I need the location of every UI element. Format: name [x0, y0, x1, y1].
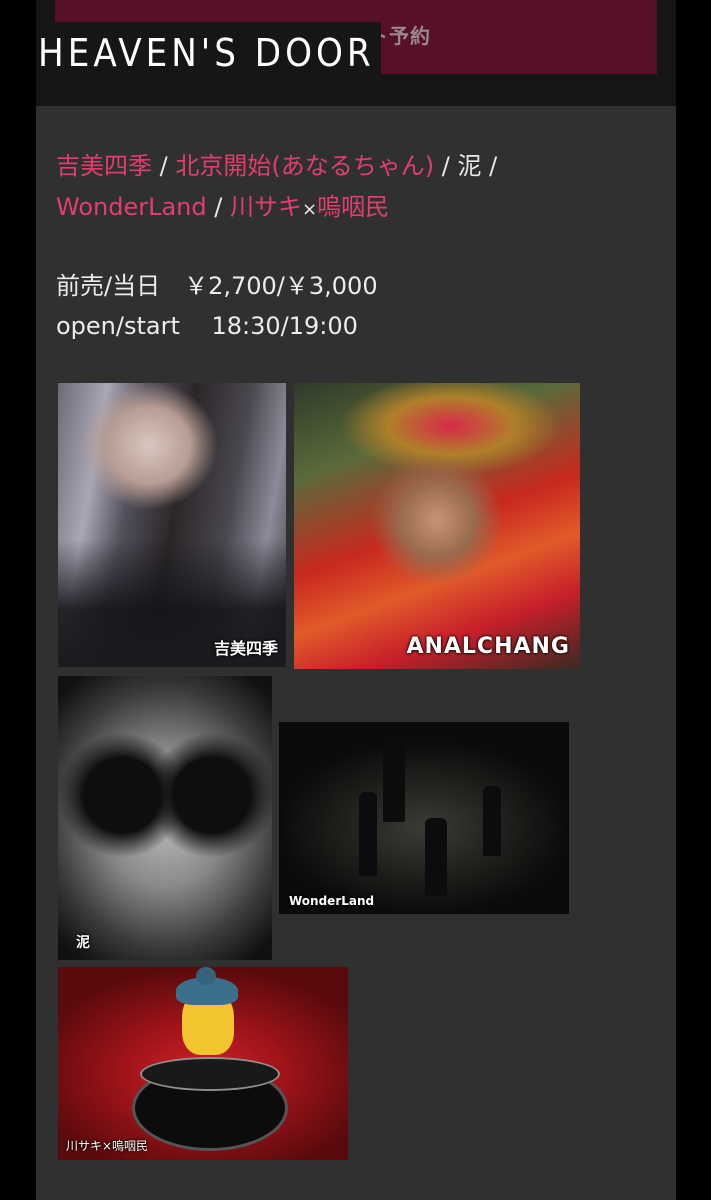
- separator: /: [214, 193, 223, 221]
- artist-link[interactable]: WonderLand: [56, 193, 207, 221]
- separator: /: [159, 152, 168, 180]
- artist-lineup: 吉美四季 / 北京開始(あなるちゃん) / 泥 / WonderLand / 川…: [56, 146, 656, 230]
- artist-link[interactable]: 嗚咽民: [317, 193, 389, 221]
- price-line: 前売/当日 ￥2,700/￥3,000: [56, 272, 378, 300]
- pompom-shape: [196, 967, 216, 985]
- artist-photo: 川サキ×嗚咽民: [58, 967, 348, 1160]
- content-column: チケット予約 吉美四季 / 北京開始(あなるちゃん) / 泥 / WonderL…: [36, 0, 676, 1200]
- figure-silhouette: [383, 740, 405, 822]
- time-line: open/start 18:30/19:00: [56, 312, 358, 340]
- artist-name: 泥: [457, 152, 482, 180]
- artist-photo: WonderLand: [279, 722, 569, 914]
- figure-silhouette: [483, 786, 501, 856]
- photo-caption: ANALCHANG: [406, 634, 570, 659]
- figure-silhouette: [425, 818, 447, 896]
- figure-silhouette: [359, 792, 377, 876]
- artist-link[interactable]: 吉美四季: [56, 152, 152, 180]
- artist-photo: 吉美四季: [58, 383, 286, 667]
- drum-top-shape: [140, 1057, 280, 1091]
- photo-caption: 泥: [76, 935, 90, 951]
- photo-caption: WonderLand: [289, 894, 375, 908]
- artist-link[interactable]: 川サキ: [230, 193, 302, 221]
- times-separator: ×: [301, 199, 318, 220]
- photo-caption: 吉美四季: [213, 639, 278, 658]
- artist-photo: 泥: [58, 676, 272, 960]
- artist-photo: ANALCHANG: [294, 383, 580, 669]
- artist-link[interactable]: 北京開始(あなるちゃん): [175, 152, 434, 180]
- photo-caption: 川サキ×嗚咽民: [66, 1139, 149, 1153]
- event-info: 前売/当日 ￥2,700/￥3,000 open/start 18:30/19:…: [56, 266, 378, 346]
- separator: /: [489, 152, 498, 180]
- photo-shade: [58, 383, 286, 667]
- site-logo[interactable]: HEAVEN'S DOOR: [36, 22, 381, 84]
- separator: /: [441, 152, 450, 180]
